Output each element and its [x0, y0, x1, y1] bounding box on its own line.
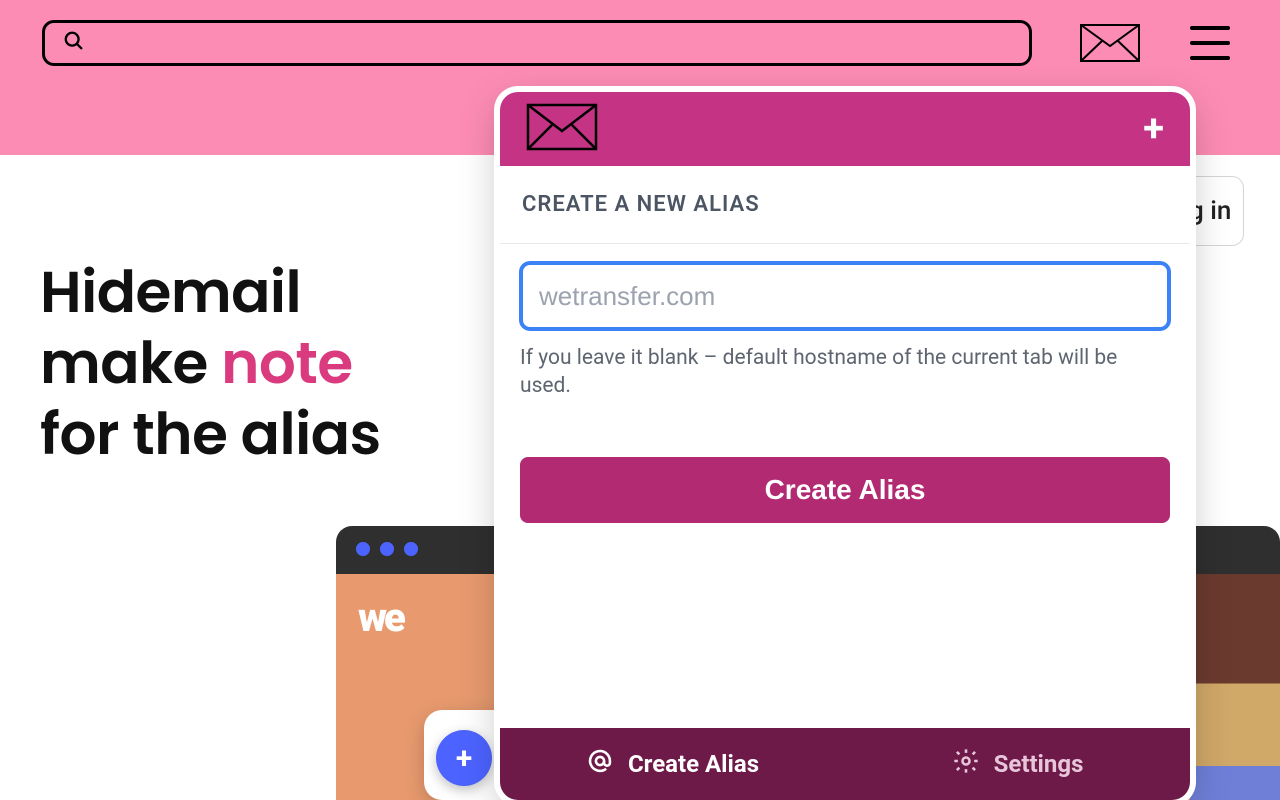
window-controls	[356, 542, 418, 556]
add-fab[interactable]: +	[436, 730, 492, 786]
hero-accent: note	[221, 323, 353, 404]
hero-line-3: for the alias	[40, 400, 480, 471]
hero-line-2: make note	[40, 329, 480, 400]
login-button-partial[interactable]: g in	[1184, 176, 1244, 246]
search-input[interactable]	[97, 33, 1011, 54]
alias-hint: If you leave it blank – default hostname…	[520, 344, 1170, 401]
footer-create-alias[interactable]: Create Alias	[500, 728, 845, 800]
hero-heading: Hidemail make note for the alias	[40, 258, 480, 470]
right-artwork	[1190, 574, 1280, 800]
search-icon	[63, 30, 85, 56]
add-icon[interactable]: +	[1143, 110, 1164, 148]
popup-title: CREATE A NEW ALIAS	[500, 166, 1190, 244]
mail-logo-icon	[526, 103, 598, 155]
popup-footer: Create Alias Settings	[500, 728, 1190, 800]
footer-settings[interactable]: Settings	[845, 728, 1190, 800]
at-icon	[586, 747, 614, 781]
create-alias-button[interactable]: Create Alias	[520, 457, 1170, 523]
hero-line-1: Hidemail	[40, 258, 480, 329]
popup-header: +	[500, 92, 1190, 166]
alias-input[interactable]	[520, 262, 1170, 330]
we-logo: we	[358, 594, 403, 641]
menu-icon[interactable]	[1190, 26, 1230, 60]
gear-icon	[952, 747, 980, 781]
search-box[interactable]	[42, 20, 1032, 66]
mail-icon[interactable]	[1080, 24, 1140, 62]
extension-popup: + CREATE A NEW ALIAS If you leave it bla…	[500, 92, 1190, 800]
popup-body: If you leave it blank – default hostname…	[500, 244, 1190, 541]
